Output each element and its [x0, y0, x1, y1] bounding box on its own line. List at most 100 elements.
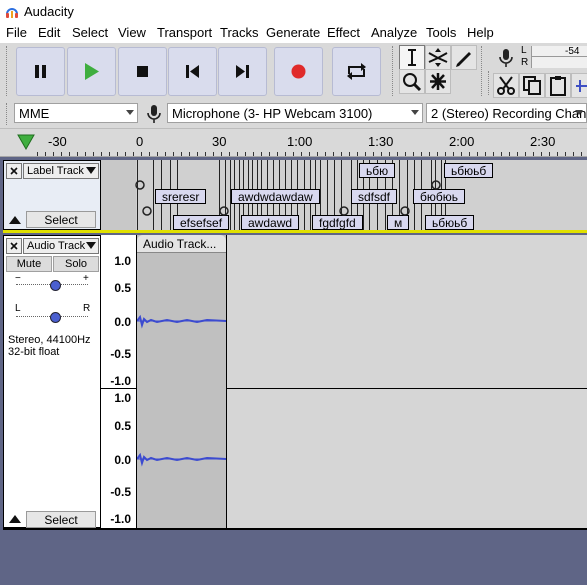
gain-slider-thumb[interactable]	[50, 280, 61, 291]
audio-host-value: MME	[19, 106, 50, 121]
selection-tool-button[interactable]	[399, 45, 425, 70]
cut-button[interactable]	[493, 73, 519, 98]
ruler-tick	[229, 152, 230, 156]
close-label-track-button[interactable]	[6, 163, 22, 179]
ruler-tick	[293, 152, 294, 156]
ruler-tick	[341, 152, 342, 156]
label-item[interactable]: ьбю	[359, 163, 396, 178]
label-handle-icon[interactable]	[339, 204, 349, 218]
loop-button[interactable]	[332, 47, 381, 96]
menu-tools[interactable]: Tools	[426, 25, 456, 40]
scale-label: -0.5	[110, 485, 131, 499]
recording-device-select[interactable]: Microphone (3- HP Webcam 3100)	[167, 103, 423, 123]
label-handle-icon[interactable]	[431, 178, 441, 192]
close-audio-track-button[interactable]	[6, 238, 22, 254]
zoom-tool-button[interactable]	[399, 69, 425, 94]
loop-icon	[347, 63, 366, 80]
label-item[interactable]: sdfsdf	[351, 189, 398, 204]
timeline-ruler[interactable]: -30 0 30 1:00 1:30 2:00 2:30	[0, 129, 587, 157]
audacity-logo-icon	[6, 8, 18, 18]
label-handle-icon[interactable]	[135, 178, 145, 192]
draw-tool-button[interactable]	[451, 45, 477, 70]
ruler-tick-label: 1:00	[287, 134, 313, 149]
audio-track-menu-button[interactable]: Audio Track	[23, 238, 99, 254]
label-item[interactable]: fgdfgfd	[312, 215, 363, 230]
envelope-tool-button[interactable]	[425, 45, 451, 70]
collapse-track-icon[interactable]	[9, 216, 21, 224]
skip-to-end-button[interactable]	[218, 47, 267, 96]
ruler-tick	[381, 152, 382, 156]
pause-button[interactable]	[16, 47, 65, 96]
gain-slider-track[interactable]	[16, 280, 88, 292]
ruler-tick	[253, 152, 254, 156]
ruler-tick	[325, 152, 326, 156]
menu-generate[interactable]: Generate	[266, 25, 320, 40]
skip-to-start-button[interactable]	[168, 47, 217, 96]
recording-channels-select[interactable]: 2 (Stereo) Recording Chann	[426, 103, 587, 123]
menu-select[interactable]: Select	[72, 25, 108, 40]
label-track-menu-button[interactable]: Label Track	[23, 163, 99, 179]
clip-title-bar[interactable]: Audio Track...	[137, 235, 226, 253]
solo-button[interactable]: Solo	[53, 256, 99, 272]
label-item[interactable]: ьбюьб	[444, 163, 494, 178]
stop-button[interactable]	[118, 47, 167, 96]
ruler-tick	[125, 152, 126, 156]
ruler-tick-label: 30	[212, 134, 227, 149]
label-handle-icon[interactable]	[400, 204, 410, 218]
paste-button[interactable]	[545, 73, 571, 98]
label-item[interactable]: awdwdawdaw	[231, 189, 320, 204]
audio-track-select-button[interactable]: Select	[26, 511, 96, 528]
meter-grip[interactable]	[481, 46, 485, 96]
multi-tool-button[interactable]	[425, 69, 451, 94]
ruler-tick-label: 2:30	[530, 134, 556, 149]
pan-slider-track[interactable]	[16, 312, 88, 324]
window-title: Audacity	[24, 4, 74, 19]
pause-icon	[35, 65, 46, 78]
scale-label: 0.0	[114, 453, 131, 467]
ruler-tick-label: -30	[48, 134, 67, 149]
play-head-icon[interactable]	[17, 134, 35, 150]
toolbar-grip[interactable]	[6, 46, 10, 96]
menu-help[interactable]: Help	[467, 25, 494, 40]
label-item[interactable]: sreresr	[155, 189, 207, 204]
record-icon	[291, 64, 306, 79]
pan-slider-thumb[interactable]	[50, 312, 61, 323]
collapse-track-icon[interactable]	[9, 515, 21, 523]
microphone-meter-icon[interactable]	[495, 47, 517, 69]
audio-host-select[interactable]: MME	[14, 103, 138, 123]
copy-button[interactable]	[519, 73, 545, 98]
ruler-tick	[469, 152, 470, 156]
label-item[interactable]: awdawd	[241, 215, 300, 230]
label-handle-icon[interactable]	[142, 204, 152, 218]
label-handle-icon[interactable]	[219, 204, 229, 218]
menu-tracks[interactable]: Tracks	[220, 25, 259, 40]
edit-grip[interactable]	[488, 71, 492, 95]
device-grip[interactable]	[6, 103, 10, 125]
record-button[interactable]	[274, 47, 323, 96]
ruler-tick	[525, 152, 526, 156]
ruler-tick	[53, 152, 54, 156]
play-button[interactable]	[67, 47, 116, 96]
scale-label: 1.0	[114, 391, 131, 405]
ruler-tick	[461, 152, 462, 156]
menu-analyze[interactable]: Analyze	[371, 25, 417, 40]
meter-left-label: L	[521, 45, 527, 56]
menu-effect[interactable]: Effect	[327, 25, 360, 40]
menu-file[interactable]: File	[6, 25, 27, 40]
label-track-select-button[interactable]: Select	[26, 211, 96, 228]
menu-edit[interactable]: Edit	[38, 25, 60, 40]
waveform-bottom	[137, 452, 226, 467]
tools-grip[interactable]	[392, 46, 396, 96]
menu-transport[interactable]: Transport	[157, 25, 212, 40]
trim-button[interactable]	[571, 73, 587, 98]
ruler-tick	[517, 152, 518, 156]
mute-button[interactable]: Mute	[6, 256, 52, 272]
label-item[interactable]: ьбюьб	[425, 215, 475, 230]
recording-meter[interactable]: -54	[531, 46, 587, 68]
audio-clip[interactable]: Audio Track...	[136, 235, 227, 528]
ruler-tick	[165, 152, 166, 156]
label-track-area[interactable]: ьбю ьбюьб sreresr awdwdawdaw sdfsdf бюбю…	[101, 160, 587, 230]
audio-track-area[interactable]: 1.0 0.5 0.0 -0.5 -1.0 1.0 0.5 0.0 -0.5 -…	[101, 235, 587, 528]
menu-view[interactable]: View	[118, 25, 146, 40]
close-icon	[10, 167, 18, 175]
